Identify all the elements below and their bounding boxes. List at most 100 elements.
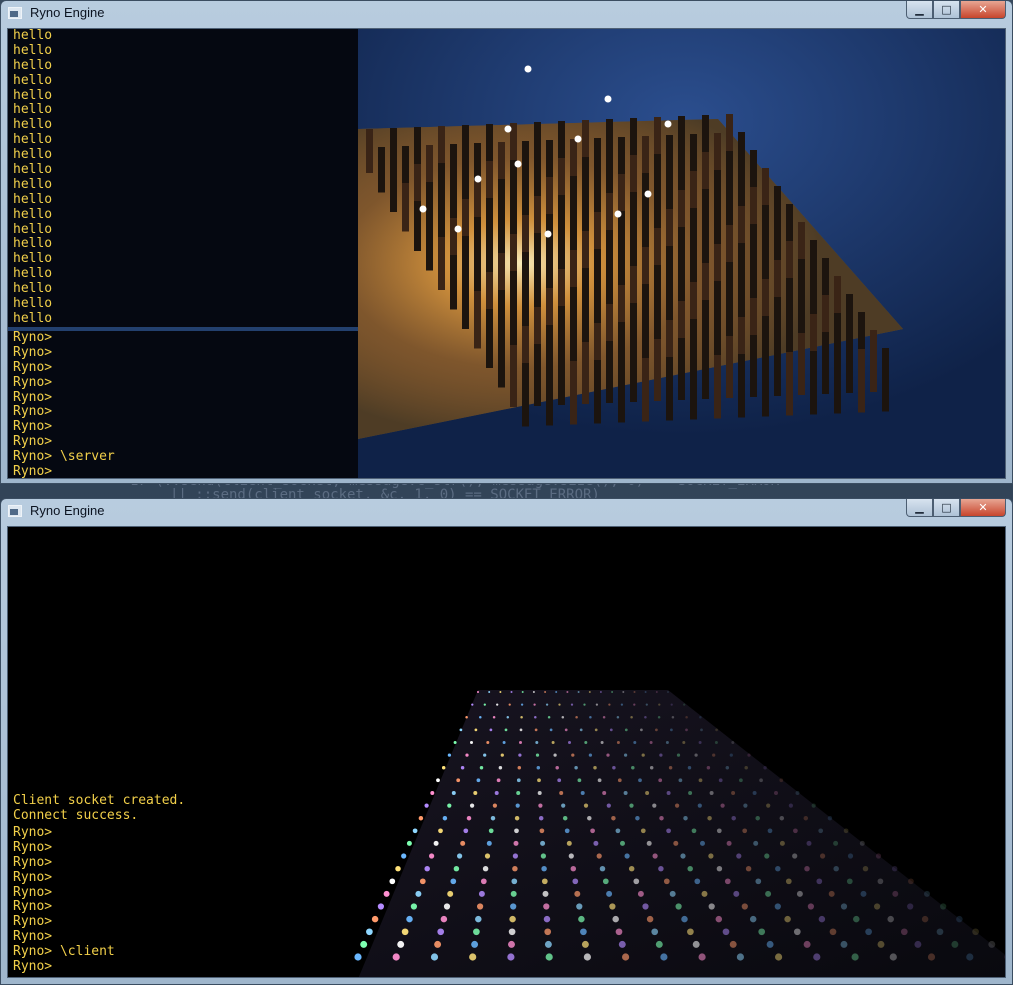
grid-light bbox=[568, 853, 574, 859]
grid-light bbox=[747, 753, 751, 757]
grid-light bbox=[712, 753, 716, 757]
grid-light bbox=[514, 828, 519, 834]
grid-light bbox=[646, 840, 652, 846]
console-output-line: hello bbox=[13, 296, 53, 312]
grid-light bbox=[588, 753, 593, 757]
grid-light bbox=[611, 691, 614, 693]
grid-light bbox=[683, 815, 688, 821]
grid-light bbox=[492, 715, 496, 719]
app-icon[interactable] bbox=[8, 505, 22, 517]
grid-light bbox=[459, 728, 463, 732]
pillar bbox=[750, 335, 757, 397]
console-panel[interactable]: Client socket created. Connect success. R… bbox=[8, 527, 428, 977]
grid-light bbox=[683, 703, 686, 706]
grid-light bbox=[851, 953, 859, 961]
render-viewport[interactable]: hello hello hello hello hello hello hello hello… bbox=[7, 28, 1006, 479]
grid-light bbox=[512, 865, 518, 872]
console-prompt-line: Ryno> bbox=[13, 464, 53, 479]
grid-light bbox=[602, 791, 607, 795]
grid-light bbox=[833, 865, 839, 872]
minimize-button[interactable]: ▁ bbox=[906, 1, 933, 19]
pillar bbox=[654, 339, 661, 401]
grid-light bbox=[555, 691, 558, 693]
console-prompt-line: Ryno> bbox=[13, 839, 53, 855]
pillar bbox=[450, 255, 457, 310]
grid-light bbox=[539, 828, 545, 834]
client-window[interactable]: Ryno Engine ▁ □ ✕ Client socket created.… bbox=[0, 498, 1013, 985]
grid-light bbox=[668, 765, 673, 770]
minimize-button[interactable]: ▁ bbox=[906, 499, 933, 517]
grid-light bbox=[622, 691, 625, 693]
grid-light bbox=[571, 753, 575, 757]
grid-light bbox=[865, 928, 872, 936]
grid-light bbox=[484, 853, 491, 859]
grid-light bbox=[691, 828, 697, 834]
window-title: Ryno Engine bbox=[30, 503, 105, 518]
grid-light bbox=[887, 915, 894, 923]
app-icon[interactable] bbox=[8, 7, 22, 19]
console-output-line: hello bbox=[13, 236, 53, 252]
grid-light bbox=[624, 853, 630, 859]
console-prompt-line: Ryno> bbox=[13, 854, 53, 870]
grid-light bbox=[460, 765, 465, 770]
grid-light bbox=[908, 878, 914, 885]
grid-light bbox=[570, 865, 577, 872]
grid-light bbox=[620, 840, 625, 846]
grid-light bbox=[589, 715, 592, 719]
console-output-line: hello bbox=[13, 87, 53, 103]
grid-light bbox=[806, 840, 812, 846]
console-prompt-list[interactable]: Ryno> Ryno> Ryno> Ryno> Ryno> Ryno> Ryno> Ryno>… bbox=[8, 330, 358, 479]
console-prompt-line: Ryno> bbox=[13, 869, 53, 885]
close-button[interactable]: ✕ bbox=[960, 1, 1006, 19]
console-prompt-list[interactable]: Ryno> Ryno> Ryno> Ryno> Ryno> Ryno> Ryno> Ryno>… bbox=[8, 825, 115, 975]
grid-light bbox=[685, 715, 688, 719]
grid-light bbox=[718, 778, 723, 783]
light-point bbox=[514, 160, 522, 168]
grid-light bbox=[574, 765, 578, 770]
grid-light bbox=[956, 915, 963, 923]
grid-light bbox=[914, 940, 922, 948]
grid-light bbox=[544, 928, 552, 936]
grid-light bbox=[486, 840, 492, 846]
console-prompt-line: Ryno> bbox=[13, 929, 53, 945]
render-viewport[interactable]: Client socket created. Connect success. R… bbox=[7, 526, 1006, 978]
grid-light bbox=[779, 778, 784, 783]
grid-light bbox=[479, 715, 482, 719]
pillar-grid-scene bbox=[358, 29, 1005, 478]
maximize-button[interactable]: □ bbox=[933, 1, 960, 19]
grid-light bbox=[775, 953, 783, 961]
grid-light bbox=[477, 691, 479, 693]
grid-light bbox=[564, 828, 570, 834]
grid-light bbox=[877, 940, 885, 948]
grid-light bbox=[587, 815, 592, 821]
server-window[interactable]: Ryno Engine ▁ □ ✕ hello hello hello hell… bbox=[0, 0, 1013, 484]
grid-light bbox=[840, 903, 848, 910]
pillar bbox=[594, 360, 601, 424]
grid-light bbox=[716, 865, 723, 872]
grid-light bbox=[456, 778, 461, 783]
grid-light bbox=[622, 953, 630, 961]
grid-light bbox=[644, 691, 647, 693]
grid-light bbox=[633, 878, 640, 885]
grid-light bbox=[658, 865, 664, 872]
grid-light bbox=[494, 791, 499, 795]
grid-light bbox=[724, 878, 731, 885]
console-panel[interactable]: hello hello hello hello hello hello hello hello… bbox=[8, 29, 358, 478]
grid-light bbox=[475, 915, 482, 923]
title-bar[interactable]: Ryno Engine ▁ □ ✕ bbox=[1, 499, 1012, 526]
grid-light bbox=[551, 741, 555, 744]
title-bar[interactable]: Ryno Engine ▁ □ ✕ bbox=[1, 1, 1012, 28]
grid-light bbox=[465, 715, 468, 719]
grid-light bbox=[708, 853, 714, 859]
grid-light bbox=[753, 840, 759, 846]
grid-light bbox=[641, 753, 645, 757]
close-button[interactable]: ✕ bbox=[960, 499, 1006, 517]
grid-light bbox=[437, 928, 445, 936]
grid-light bbox=[716, 828, 722, 834]
grid-light bbox=[536, 765, 541, 770]
grid-light bbox=[438, 828, 443, 834]
maximize-button[interactable]: □ bbox=[933, 499, 960, 517]
grid-light bbox=[649, 765, 654, 770]
grid-light bbox=[474, 728, 478, 732]
grid-light bbox=[729, 940, 737, 948]
